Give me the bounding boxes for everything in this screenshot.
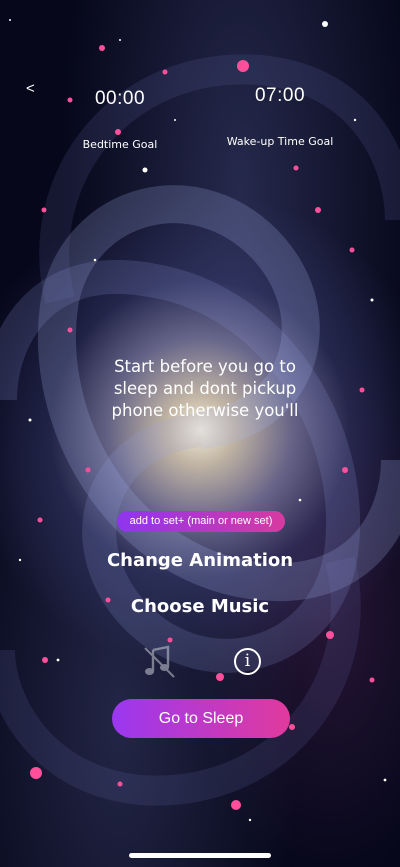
go-to-sleep-button[interactable]: Go to Sleep [112,699,290,738]
back-button[interactable]: < [22,78,39,100]
info-icon[interactable]: i [234,648,261,675]
music-note-icon[interactable] [141,644,177,680]
add-to-set-button[interactable]: add to set+ (main or new set) [117,511,285,532]
bedtime-value[interactable]: 00:00 [60,88,180,110]
change-animation-button[interactable]: Change Animation [0,550,400,571]
bedtime-label: Bedtime Goal [82,138,158,151]
home-indicator [129,853,271,858]
bedtime-goal[interactable]: 00:00 Bedtime Goal [60,88,180,151]
wakeup-goal[interactable]: 07:00 Wake-up Time Goal [220,85,340,148]
wakeup-value[interactable]: 07:00 [220,85,340,107]
instruction-message: Start before you go to sleep and dont pi… [111,357,299,420]
wakeup-label: Wake-up Time Goal [226,135,334,148]
choose-music-button[interactable]: Choose Music [0,596,400,617]
